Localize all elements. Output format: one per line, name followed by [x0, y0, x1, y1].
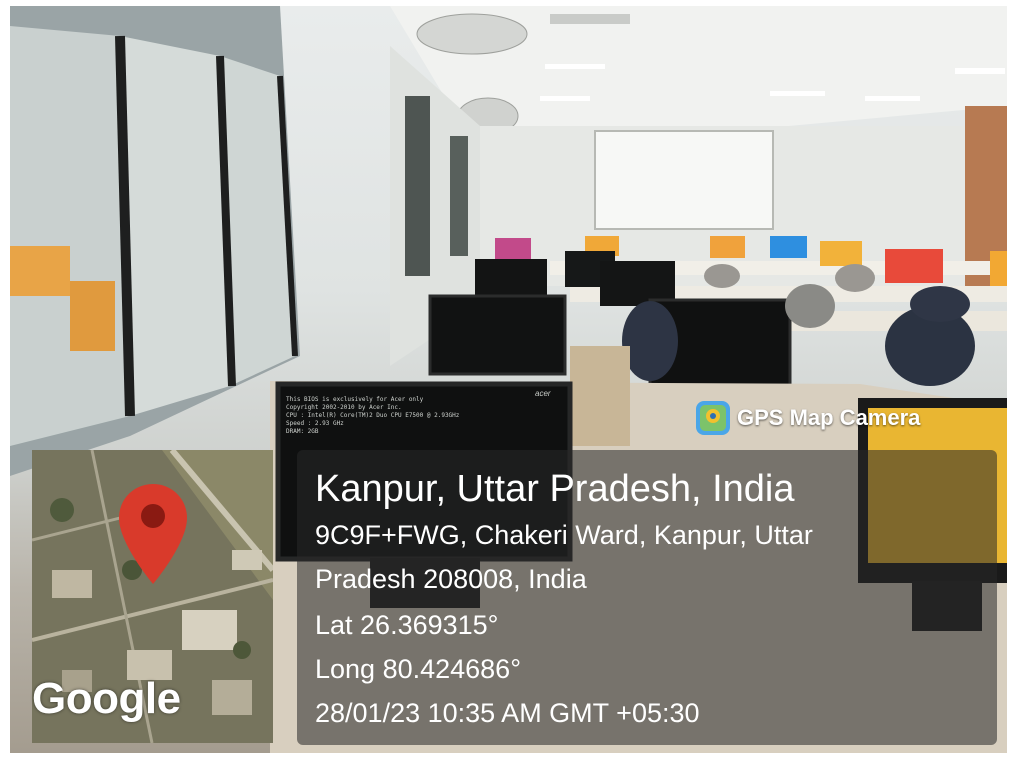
- gps-map-camera-badge: GPS Map Camera: [695, 400, 920, 436]
- map-building: [232, 550, 262, 570]
- photo-frame: This BIOS is exclusively for Acer only C…: [0, 0, 1011, 762]
- bios-line: This BIOS is exclusively for Acer only: [286, 396, 424, 403]
- monitor-brand: acer: [535, 389, 551, 398]
- map-building: [182, 610, 237, 650]
- map-tree: [50, 498, 74, 522]
- bios-line: Speed : 2.93 GHz: [286, 420, 344, 427]
- gps-map-camera-app-icon: [696, 401, 730, 435]
- address-line-1: 9C9F+FWG, Chakeri Ward, Kanpur, Uttar: [315, 520, 813, 550]
- map-building: [52, 570, 92, 598]
- lab-photo: This BIOS is exclusively for Acer only C…: [10, 6, 1007, 753]
- map-tree: [233, 641, 251, 659]
- longitude-text: Long 80.424686°: [315, 654, 521, 684]
- location-title: Kanpur, Uttar Pradesh, India: [315, 468, 795, 510]
- google-logo: Google: [32, 674, 181, 723]
- badge-label: GPS Map Camera: [737, 405, 921, 430]
- address-line-2: Pradesh 208008, India: [315, 564, 587, 594]
- latitude-text: Lat 26.369315°: [315, 610, 499, 640]
- map-pin-icon: [119, 484, 187, 584]
- bios-line: Copyright 2002-2010 by Acer Inc.: [286, 404, 402, 411]
- bios-line: DRAM: 2GB: [286, 428, 319, 435]
- datetime-text: 28/01/23 10:35 AM GMT +05:30: [315, 698, 700, 728]
- bios-line: CPU : Intel(R) Core(TM)2 Duo CPU E7500 @…: [286, 412, 460, 419]
- map-building: [212, 680, 252, 715]
